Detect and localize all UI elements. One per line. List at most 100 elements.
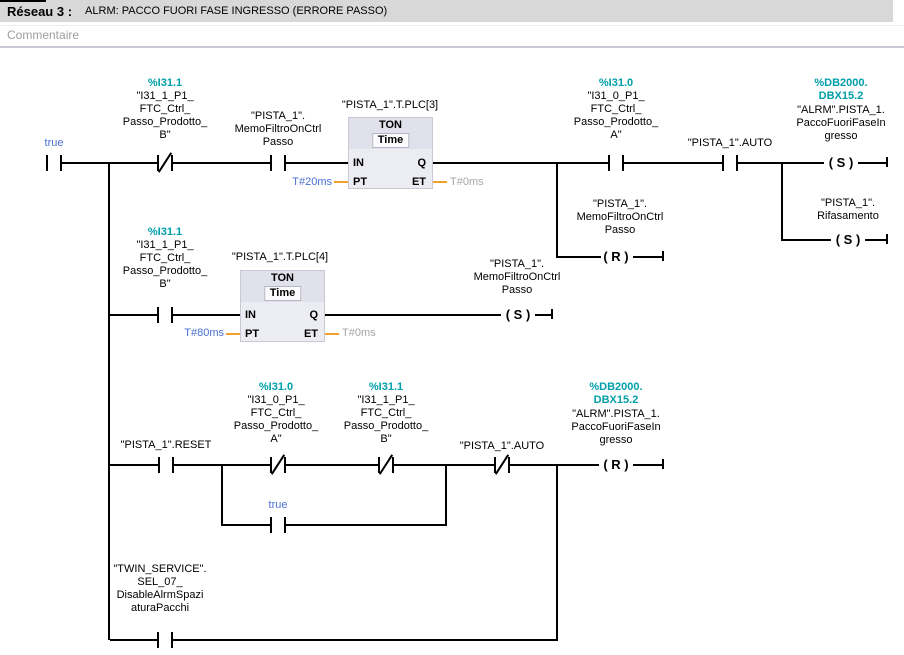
no-contact-memofiltro[interactable] [270,155,286,171]
set-coil-rifasamento[interactable]: ( S ) [833,231,863,249]
wire [433,162,608,164]
wire [173,162,270,164]
wire [173,639,558,641]
no-contact-true[interactable] [270,517,286,533]
operand-i31-1-b[interactable]: "I31_1_P1_ FTC_Ctrl_ Passo_Prodotto_ B" [105,239,225,291]
wire [535,314,552,316]
branch-end [886,234,888,244]
reset-coil-paccofuorifase[interactable]: ( R ) [601,456,631,474]
operand-i31-1-b[interactable]: "I31_1_P1_ FTC_Ctrl_ Passo_Prodotto_ B" [326,394,446,446]
operand-auto[interactable]: "PISTA_1".AUTO [442,440,562,453]
no-contact-twin-service[interactable] [157,632,173,648]
pt-stub [226,333,240,335]
operand-i31-1-b[interactable]: "I31_1_P1_ FTC_Ctrl_ Passo_Prodotto_ B" [105,90,225,142]
wire [858,162,887,164]
timer1-pin-et: ET [412,176,426,188]
timer1-pin-q: Q [417,157,426,169]
wire [865,239,887,241]
timer1-pin-in: IN [353,157,364,169]
timer1-et-value[interactable]: T#0ms [450,176,484,189]
header-divider [0,25,904,26]
address-i31-0: %I31.0 [216,381,336,394]
no-contact-auto[interactable] [722,155,738,171]
wire [781,162,783,241]
set-coil-paccofuorifase[interactable]: ( S ) [826,154,856,172]
timer2-pin-pt: PT [245,328,259,340]
nc-contact-i31-0[interactable] [270,457,286,473]
branch-end [662,251,664,261]
wire [286,464,378,466]
operand-true[interactable]: true [218,499,338,512]
wire [510,464,599,466]
pt-stub [334,181,348,183]
timer1-tag[interactable]: "PISTA_1".T.PLC[3] [328,99,452,112]
nc-contact-i31-1[interactable] [157,155,173,171]
network-title[interactable]: ALRM: PACCO FUORI FASE INGRESSO (ERRORE … [85,5,387,17]
operand-memofiltro-r[interactable]: "PISTA_1". MemoFiltroOnCtrl Passo [558,198,682,237]
comment-divider [0,46,904,48]
wire [781,239,831,241]
wire [286,162,348,164]
wire [624,162,722,164]
operand-auto[interactable]: "PISTA_1".AUTO [670,137,790,150]
timer1-datatype[interactable]: Time [372,133,409,148]
wire [221,524,270,526]
wire [0,0,46,2]
wire [445,464,447,526]
network-comment-field[interactable]: Commentaire [7,28,79,42]
wire [286,524,447,526]
timer2-pin-et: ET [304,328,318,340]
network-editor: Réseau 3 : ALRM: PACCO FUORI FASE INGRES… [0,0,904,655]
operand-reset[interactable]: "PISTA_1".RESET [106,439,226,452]
no-contact-i31-0[interactable] [608,155,624,171]
no-contact-i31-1[interactable] [157,307,173,323]
timer1-pt-value[interactable]: T#20ms [270,176,332,189]
address-db2000: %DB2000. DBX15.2 [556,381,676,407]
address-db2000: %DB2000. DBX15.2 [781,77,901,103]
wire [394,464,494,466]
no-contact-reset[interactable] [158,457,174,473]
nc-contact-auto[interactable] [494,457,510,473]
network-header[interactable]: Réseau 3 : ALRM: PACCO FUORI FASE INGRES… [0,0,893,22]
timer2-pin-q: Q [309,309,318,321]
operand-rifasamento[interactable]: "PISTA_1". Rifasamento [788,197,904,223]
et-stub [325,333,339,335]
et-stub [433,181,447,183]
timer1-type: TON [349,119,432,131]
reset-coil-memofiltro[interactable]: ( R ) [601,248,631,266]
timer1-pin-pt: PT [353,176,367,188]
timer2-pin-in: IN [245,309,256,321]
wire [633,464,663,466]
operand-i31-0-a[interactable]: "I31_0_P1_ FTC_Ctrl_ Passo_Prodotto_ A" [556,90,676,142]
wire [325,314,501,316]
wire [556,464,558,641]
timer2-pt-value[interactable]: T#80ms [162,327,224,340]
wire [110,639,157,641]
address-i31-1: %I31.1 [105,77,225,90]
timer2-tag[interactable]: "PISTA_1".T.PLC[4] [218,251,342,264]
timer2-ton-block[interactable]: TON Time IN Q PT ET [240,270,325,342]
wire [110,464,158,466]
operand-memofiltro-s[interactable]: "PISTA_1". MemoFiltroOnCtrl Passo [455,258,579,297]
no-contact-true[interactable] [46,155,62,171]
network-number: Réseau 3 : [7,4,72,19]
operand-memofiltro[interactable]: "PISTA_1". MemoFiltroOnCtrl Passo [218,110,338,149]
timer1-ton-block[interactable]: TON Time IN Q PT ET [348,117,433,189]
operand-twin-service[interactable]: "TWIN_SERVICE". SEL_07_ DisableAlrmSpazi… [95,563,225,615]
branch-end [662,459,664,469]
timer2-datatype[interactable]: Time [264,286,301,301]
wire [173,314,240,316]
address-i31-1: %I31.1 [105,226,225,239]
timer2-et-value[interactable]: T#0ms [342,327,376,340]
wire [633,256,663,258]
operand-true[interactable]: true [14,137,94,150]
branch-end [551,309,553,319]
operand-paccofuorifase[interactable]: "ALRM".PISTA_1. PaccoFuoriFaseIn gresso [556,408,676,447]
rail-end [886,157,888,167]
operand-paccofuorifase[interactable]: "ALRM".PISTA_1. PaccoFuoriFaseIn gresso [781,104,901,143]
set-coil-memofiltro[interactable]: ( S ) [503,306,533,324]
nc-contact-i31-1[interactable] [378,457,394,473]
wire [221,464,223,526]
address-i31-1: %I31.1 [326,381,446,394]
operand-i31-0-a[interactable]: "I31_0_P1_ FTC_Ctrl_ Passo_Prodotto_ A" [216,394,336,446]
